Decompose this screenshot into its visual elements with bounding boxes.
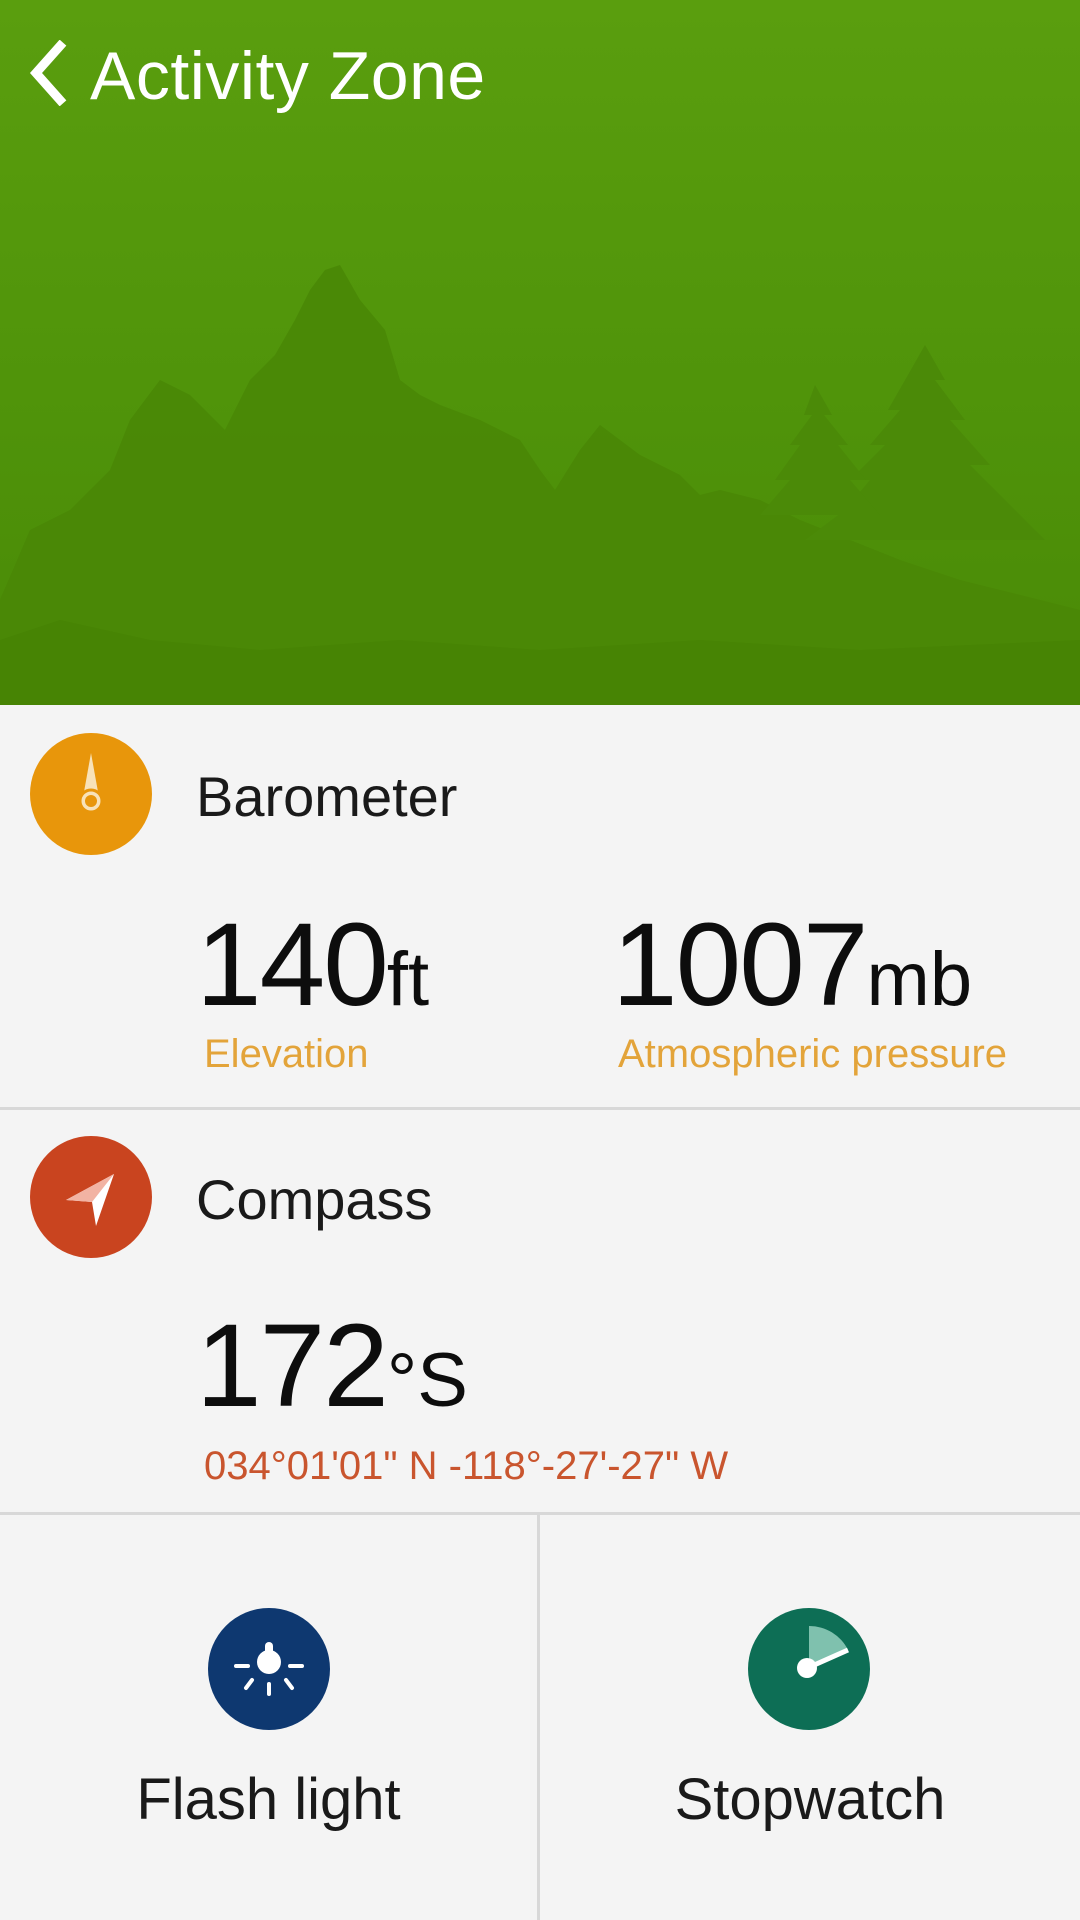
back-button[interactable]: [18, 38, 78, 108]
page-title: Activity Zone: [90, 38, 486, 114]
barometer-card[interactable]: Barometer 140ft Elevation 1007mb Atmosph…: [0, 705, 1080, 1110]
elevation-number: 140: [196, 899, 389, 1031]
flashlight-button[interactable]: Flash light: [0, 1515, 540, 1920]
barometer-title: Barometer: [196, 765, 458, 828]
stopwatch-icon: [748, 1608, 870, 1730]
coordinates-text: 034°01'01" N -118°-27'-27" W: [204, 1444, 729, 1488]
chevron-left-icon: [29, 40, 67, 106]
compass-card[interactable]: Compass 172°S 034°01'01" N -118°-27'-27"…: [0, 1110, 1080, 1515]
elevation-value: 140ft: [196, 905, 429, 1040]
heading-value: 172°S: [196, 1306, 468, 1441]
header-banner: Activity Zone: [0, 0, 1080, 705]
flashlight-label: Flash light: [136, 1767, 401, 1832]
stopwatch-button[interactable]: Stopwatch: [540, 1515, 1080, 1920]
pressure-number: 1007: [612, 899, 869, 1031]
compass-title: Compass: [196, 1168, 433, 1231]
pressure-value: 1007mb: [612, 905, 972, 1040]
barometer-needle-icon: [30, 733, 152, 855]
heading-number: 172: [196, 1300, 389, 1432]
compass-arrow-icon: [30, 1136, 152, 1258]
tools-row: Flash light Stopwatch: [0, 1515, 1080, 1920]
heading-unit: °S: [386, 1338, 468, 1423]
pressure-unit: mb: [866, 937, 973, 1022]
stopwatch-label: Stopwatch: [674, 1767, 946, 1832]
flashlight-icon: [208, 1608, 330, 1730]
elevation-unit: ft: [386, 937, 430, 1022]
pressure-label: Atmospheric pressure: [618, 1032, 1008, 1076]
elevation-label: Elevation: [204, 1032, 369, 1076]
